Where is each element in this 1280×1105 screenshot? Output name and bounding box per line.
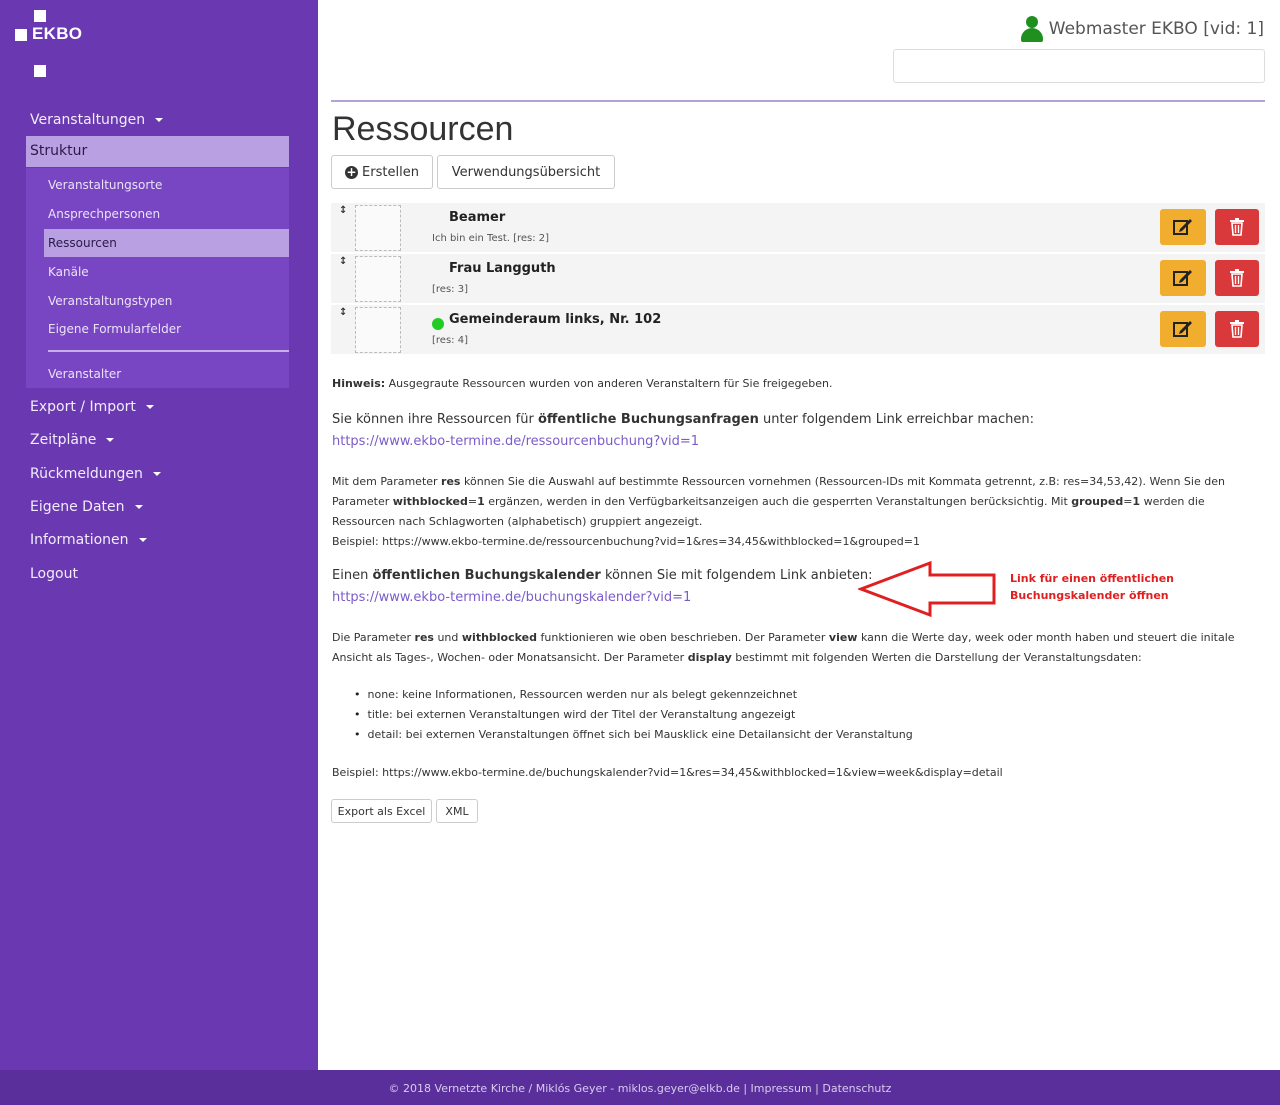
resource-name: Frau Langguth xyxy=(449,261,556,276)
calendar-params-paragraph: Die Parameter res und withblocked funkti… xyxy=(332,631,1235,664)
resource-row[interactable]: ↕ Gemeinderaum links, Nr. 102 [res: 4] xyxy=(331,305,1265,355)
edit-icon xyxy=(1173,321,1192,337)
resource-subtitle: [res: 4] xyxy=(432,335,468,346)
edit-button[interactable] xyxy=(1160,260,1206,296)
status-dot-icon xyxy=(432,267,444,279)
logo-square-icon xyxy=(34,65,46,77)
caret-down-icon xyxy=(106,438,115,442)
status-dot-icon xyxy=(432,216,444,228)
hint-body: Ausgegraute Ressourcen wurden von andere… xyxy=(385,377,833,390)
text-bold: öffentliche Buchungsanfragen xyxy=(537,412,759,427)
create-button[interactable]: + Erstellen xyxy=(331,155,433,189)
example-calendar: Beispiel: https://www.ekbo-termine.de/bu… xyxy=(332,766,1003,779)
calendar-intro: Einen öffentlichen Buchungskalender könn… xyxy=(332,568,873,583)
delete-button[interactable] xyxy=(1215,209,1259,245)
example-booking: Beispiel: https://www.ekbo-termine.de/re… xyxy=(332,535,920,548)
caret-down-icon xyxy=(134,505,143,509)
edit-button[interactable] xyxy=(1160,311,1206,347)
subnav-eigene-formularfelder[interactable]: Eigene Formularfelder xyxy=(48,322,181,336)
booking-intro: Sie können ihre Ressourcen für öffentlic… xyxy=(332,412,1034,427)
user-menu[interactable]: Webmaster EKBO [vid: 1] xyxy=(1019,16,1264,42)
nav-label: Zeitpläne xyxy=(30,432,97,448)
list-item: detail: bei externen Veranstaltungen öff… xyxy=(354,725,913,745)
trash-icon xyxy=(1230,269,1244,287)
subnav-ressourcen[interactable]: Ressourcen xyxy=(44,229,289,257)
hint-label: Hinweis: xyxy=(332,377,386,390)
booking-link[interactable]: https://www.ekbo-termine.de/ressourcenbu… xyxy=(332,434,699,449)
subnav-veranstaltungstypen[interactable]: Veranstaltungstypen xyxy=(48,294,172,308)
caret-down-icon xyxy=(152,472,161,476)
resource-subtitle: Ich bin ein Test. [res: 2] xyxy=(432,233,550,244)
logo-square-icon xyxy=(34,10,46,22)
export-xml-button[interactable]: XML xyxy=(436,799,478,823)
drag-handle-icon[interactable]: ↕ xyxy=(339,205,347,216)
subnav-kanaele[interactable]: Kanäle xyxy=(48,265,89,279)
drag-handle-icon[interactable]: ↕ xyxy=(339,256,347,267)
display-options-list: none: keine Informationen, Ressourcen we… xyxy=(354,685,913,745)
caret-down-icon xyxy=(155,118,164,122)
subnav-veranstalter[interactable]: Veranstalter xyxy=(48,367,121,381)
sidebar: EKBO Veranstaltungen Struktur Veranstalt… xyxy=(0,0,318,1070)
subnav-ansprechpersonen[interactable]: Ansprechpersonen xyxy=(48,207,160,221)
nav-logout[interactable]: Logout xyxy=(30,566,78,582)
annotation-line: Buchungskalender öffnen xyxy=(1010,589,1169,602)
list-item: title: bei externen Veranstaltungen wird… xyxy=(354,705,913,725)
brand-logo[interactable]: EKBO xyxy=(32,24,82,44)
plus-circle-icon: + xyxy=(345,164,359,179)
nav-export-import[interactable]: Export / Import xyxy=(30,399,154,415)
nav-label: Export / Import xyxy=(30,399,136,415)
resource-row[interactable]: ↕ Frau Langguth [res: 3] xyxy=(331,254,1265,304)
trash-icon xyxy=(1230,320,1244,338)
annotation-note: Link für einen öffentlichen Buchungskale… xyxy=(1010,570,1174,604)
logo-square-icon xyxy=(15,29,27,41)
params-paragraph: Mit dem Parameter res können Sie die Aus… xyxy=(332,475,1225,528)
user-icon xyxy=(1019,16,1045,42)
caret-down-icon xyxy=(138,538,147,542)
nav-veranstaltungen[interactable]: Veranstaltungen xyxy=(30,112,164,128)
create-label: Erstellen xyxy=(362,164,419,180)
footer: © 2018 Vernetzte Kirche / Miklós Geyer -… xyxy=(0,1070,1280,1105)
nav-eigene-daten[interactable]: Eigene Daten xyxy=(30,499,143,515)
search-input[interactable] xyxy=(893,49,1265,83)
list-item: none: keine Informationen, Ressourcen we… xyxy=(354,685,913,705)
resource-subtitle: [res: 3] xyxy=(432,284,468,295)
nav-label: Eigene Daten xyxy=(30,499,125,515)
edit-button[interactable] xyxy=(1160,209,1206,245)
edit-icon xyxy=(1173,270,1192,286)
main-content: Webmaster EKBO [vid: 1] Ressourcen + Erst… xyxy=(318,0,1280,1070)
nav-label: Veranstaltungen xyxy=(30,112,146,128)
resource-row[interactable]: ↕ Beamer Ich bin ein Test. [res: 2] xyxy=(331,203,1265,253)
delete-button[interactable] xyxy=(1215,311,1259,347)
text: unter folgendem Link erreichbar machen: xyxy=(758,412,1034,427)
resource-image-placeholder[interactable] xyxy=(355,307,401,353)
trash-icon xyxy=(1230,218,1244,236)
nav-informationen[interactable]: Informationen xyxy=(30,532,147,548)
hint-text: Hinweis: Ausgegraute Ressourcen wurden v… xyxy=(332,374,833,394)
caret-down-icon xyxy=(145,405,154,409)
nav-struktur[interactable]: Struktur xyxy=(26,136,289,167)
status-dot-icon xyxy=(432,318,444,330)
resource-name: Beamer xyxy=(449,210,506,225)
user-name: Webmaster EKBO [vid: 1] xyxy=(1048,19,1264,39)
export-excel-button[interactable]: Export als Excel xyxy=(331,799,432,823)
edit-icon xyxy=(1173,219,1192,235)
resource-image-placeholder[interactable] xyxy=(355,205,401,251)
drag-handle-icon[interactable]: ↕ xyxy=(339,307,347,318)
subnav-veranstaltungsorte[interactable]: Veranstaltungsorte xyxy=(48,178,162,192)
resource-name: Gemeinderaum links, Nr. 102 xyxy=(449,312,662,327)
page-title: Ressourcen xyxy=(332,110,514,148)
text: Sie können ihre Ressourcen für xyxy=(332,412,538,427)
usage-overview-button[interactable]: Verwendungsübersicht xyxy=(437,155,615,189)
nav-label: Informationen xyxy=(30,532,129,548)
delete-button[interactable] xyxy=(1215,260,1259,296)
calendar-link[interactable]: https://www.ekbo-termine.de/buchungskale… xyxy=(332,590,691,605)
annotation-line: Link für einen öffentlichen xyxy=(1010,572,1175,585)
nav-zeitplaene[interactable]: Zeitpläne xyxy=(30,432,115,448)
header-divider xyxy=(331,100,1265,102)
arrow-left-icon xyxy=(858,560,996,618)
nav-rueckmeldungen[interactable]: Rückmeldungen xyxy=(30,466,161,482)
submenu-divider xyxy=(48,350,289,352)
resource-image-placeholder[interactable] xyxy=(355,256,401,302)
nav-label: Rückmeldungen xyxy=(30,466,143,482)
